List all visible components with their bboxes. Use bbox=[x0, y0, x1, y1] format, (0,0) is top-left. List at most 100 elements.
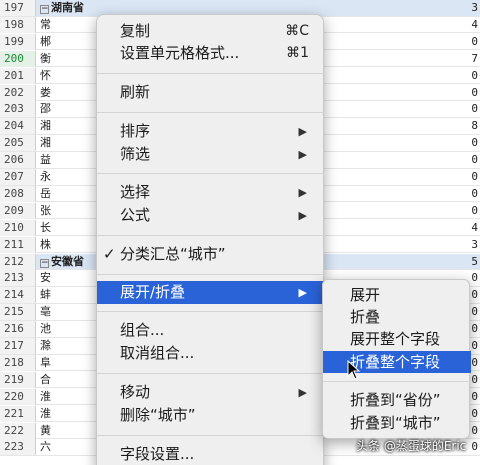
value-cell[interactable]: 0 bbox=[466, 85, 480, 101]
value-cell[interactable]: 0 bbox=[466, 152, 480, 168]
row-number[interactable]: 199 bbox=[0, 33, 36, 50]
city-cell[interactable]: 永 bbox=[40, 169, 100, 185]
cell-label: 邵 bbox=[40, 102, 51, 116]
collapse-minus-icon[interactable]: − bbox=[40, 258, 49, 268]
row-number[interactable]: 201 bbox=[0, 67, 36, 84]
city-cell[interactable]: 合 bbox=[40, 372, 100, 388]
menu-item-expand-collapse[interactable]: 展开/折叠 ▶ bbox=[97, 281, 325, 304]
city-cell[interactable]: 淮 bbox=[40, 406, 100, 422]
row-number[interactable]: 207 bbox=[0, 169, 36, 185]
row-number[interactable]: 206 bbox=[0, 152, 36, 169]
value-cell[interactable]: 3 bbox=[466, 237, 480, 253]
menu-item-copy[interactable]: 复制 ⌘C bbox=[97, 20, 325, 43]
row-number[interactable]: 211 bbox=[0, 236, 36, 253]
city-cell[interactable]: 安 bbox=[40, 270, 100, 286]
value-cell[interactable]: 4 bbox=[466, 17, 480, 33]
menu-item-move[interactable]: 移动 ▶ bbox=[97, 381, 325, 404]
row-number[interactable]: 209 bbox=[0, 202, 36, 219]
menu-item-remove[interactable]: 删除“城市” bbox=[97, 404, 325, 427]
menu-item-select[interactable]: 选择 ▶ bbox=[97, 181, 325, 204]
row-number[interactable]: 212 bbox=[0, 253, 36, 270]
value-cell[interactable]: 3 bbox=[466, 0, 480, 16]
value-cell[interactable]: 0 bbox=[466, 34, 480, 50]
menu-item-sort[interactable]: 排序 ▶ bbox=[97, 120, 325, 143]
row-number[interactable]: 218 bbox=[0, 354, 36, 371]
menu-separator bbox=[97, 235, 325, 236]
city-cell[interactable]: 湘 bbox=[40, 118, 100, 134]
collapse-minus-icon[interactable]: − bbox=[40, 5, 49, 14]
row-number[interactable]: 213 bbox=[0, 270, 36, 287]
row-number[interactable]: 205 bbox=[0, 135, 36, 152]
city-cell[interactable]: 岳 bbox=[40, 186, 100, 202]
city-cell[interactable]: 娄 bbox=[40, 85, 100, 101]
row-number[interactable]: 221 bbox=[0, 405, 36, 422]
row-number[interactable]: 222 bbox=[0, 422, 36, 439]
menu-item-field-settings[interactable]: 字段设置... bbox=[97, 443, 325, 465]
city-cell[interactable]: 滁 bbox=[40, 338, 100, 354]
submenu-item-collapse[interactable]: 折叠 bbox=[323, 306, 471, 328]
city-cell[interactable]: 六 bbox=[40, 439, 100, 455]
menu-item-label: 公式 bbox=[120, 206, 151, 224]
submenu-arrow-icon: ▶ bbox=[298, 148, 307, 161]
row-number[interactable]: 214 bbox=[0, 287, 36, 304]
row-number[interactable]: 210 bbox=[0, 219, 36, 236]
submenu-item-collapse-to-province[interactable]: 折叠到“省份” bbox=[323, 389, 471, 411]
row-number[interactable]: 197 bbox=[0, 0, 36, 16]
city-cell[interactable]: 益 bbox=[40, 152, 100, 168]
submenu-item-expand[interactable]: 展开 bbox=[323, 284, 471, 306]
menu-item-filter[interactable]: 筛选 ▶ bbox=[97, 143, 325, 166]
city-cell[interactable]: 淮 bbox=[40, 389, 100, 405]
group-cell[interactable]: − 湖南省 bbox=[40, 0, 100, 16]
city-cell[interactable]: 株 bbox=[40, 237, 100, 253]
city-cell[interactable]: 亳 bbox=[40, 304, 100, 320]
city-cell[interactable]: 黄 bbox=[40, 423, 100, 439]
submenu-item-collapse-field[interactable]: 折叠整个字段 bbox=[323, 351, 471, 373]
city-cell[interactable]: 长 bbox=[40, 220, 100, 236]
value-cell[interactable]: 5 bbox=[466, 254, 480, 270]
group-cell[interactable]: − 安徽省 bbox=[40, 254, 100, 270]
row-number[interactable]: 223 bbox=[0, 439, 36, 456]
value-cell[interactable]: 4 bbox=[466, 220, 480, 236]
menu-item-formula[interactable]: 公式 ▶ bbox=[97, 204, 325, 227]
row-number[interactable]: 208 bbox=[0, 185, 36, 202]
menu-item-group[interactable]: 组合... bbox=[97, 319, 325, 342]
value-cell[interactable]: 0 bbox=[466, 439, 480, 455]
menu-item-refresh[interactable]: 刷新 bbox=[97, 81, 325, 104]
row-number[interactable]: 216 bbox=[0, 321, 36, 338]
value-cell[interactable]: 0 bbox=[466, 68, 480, 84]
menu-item-format-cells[interactable]: 设置单元格格式... ⌘1 bbox=[97, 42, 325, 65]
city-cell[interactable]: 湘 bbox=[40, 135, 100, 151]
value-cell[interactable]: 0 bbox=[466, 186, 480, 202]
city-cell[interactable]: 邵 bbox=[40, 101, 100, 117]
cell-label: 株 bbox=[40, 237, 51, 251]
value-cell[interactable]: 8 bbox=[466, 118, 480, 134]
city-cell[interactable]: 怀 bbox=[40, 68, 100, 84]
row-number[interactable]: 200 bbox=[0, 50, 36, 67]
row-number[interactable]: 202 bbox=[0, 84, 36, 101]
city-cell[interactable]: 衡 bbox=[40, 51, 100, 67]
menu-separator bbox=[97, 173, 325, 174]
city-cell[interactable]: 池 bbox=[40, 321, 100, 337]
value-cell[interactable]: 7 bbox=[466, 51, 480, 67]
city-cell[interactable]: 阜 bbox=[40, 355, 100, 371]
city-cell[interactable]: 郴 bbox=[40, 34, 100, 50]
menu-item-ungroup[interactable]: 取消组合... bbox=[97, 342, 325, 365]
row-number[interactable]: 203 bbox=[0, 101, 36, 118]
submenu-item-collapse-to-city[interactable]: 折叠到“城市” bbox=[323, 412, 471, 434]
row-number[interactable]: 219 bbox=[0, 371, 36, 388]
menu-separator bbox=[323, 381, 471, 382]
city-cell[interactable]: 蚌 bbox=[40, 287, 100, 303]
value-cell[interactable]: 0 bbox=[466, 101, 480, 117]
submenu-item-expand-field[interactable]: 展开整个字段 bbox=[323, 328, 471, 350]
row-number[interactable]: 220 bbox=[0, 388, 36, 405]
row-number[interactable]: 198 bbox=[0, 16, 36, 33]
row-number[interactable]: 217 bbox=[0, 338, 36, 354]
value-cell[interactable]: 0 bbox=[466, 203, 480, 219]
value-cell[interactable]: 0 bbox=[466, 169, 480, 185]
city-cell[interactable]: 张 bbox=[40, 203, 100, 219]
row-number[interactable]: 204 bbox=[0, 118, 36, 135]
row-number[interactable]: 215 bbox=[0, 304, 36, 321]
value-cell[interactable]: 0 bbox=[466, 135, 480, 151]
city-cell[interactable]: 常 bbox=[40, 17, 100, 33]
menu-item-subtotal[interactable]: ✓ 分类汇总“城市” bbox=[97, 243, 325, 266]
